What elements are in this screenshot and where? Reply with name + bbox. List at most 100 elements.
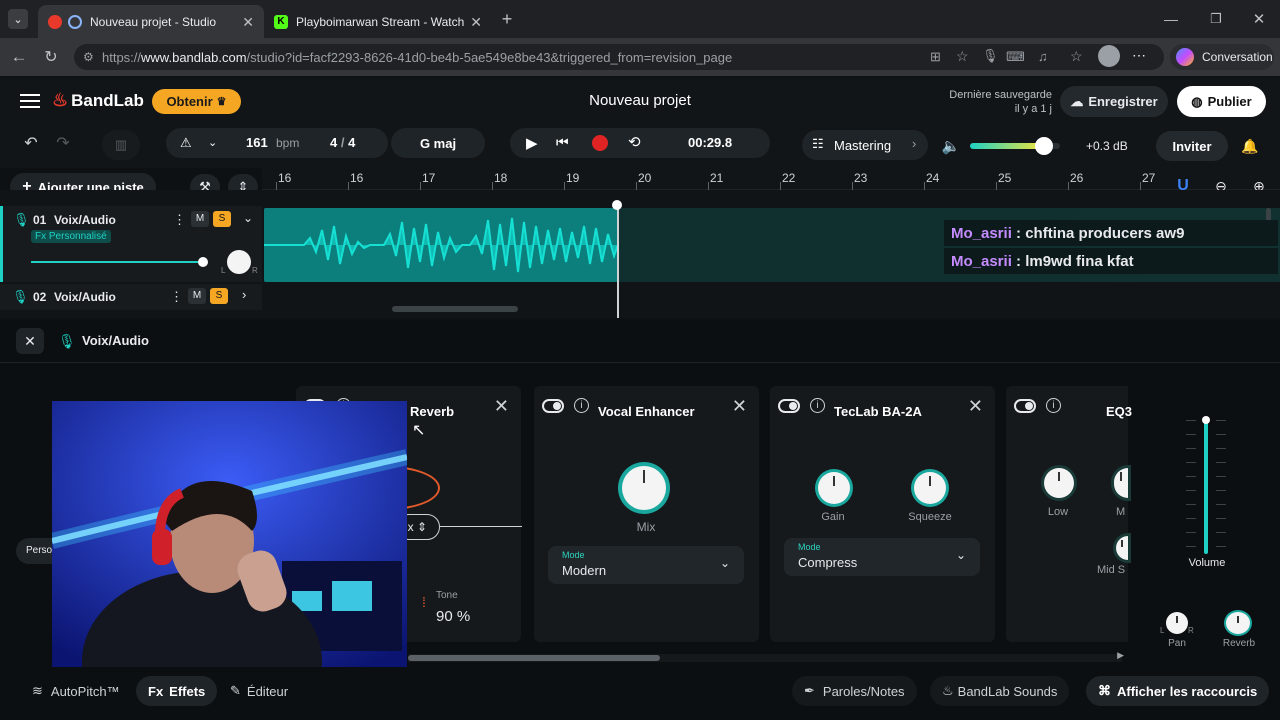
- squeeze-knob[interactable]: [914, 472, 946, 504]
- bandlab-logo[interactable]: ♨ BandLab: [52, 90, 144, 111]
- playhead[interactable]: [617, 204, 619, 318]
- tone-value[interactable]: 90 %: [436, 608, 470, 625]
- effects-tab[interactable]: Fx Effets: [136, 676, 218, 706]
- back-icon[interactable]: ←: [8, 46, 30, 68]
- track-header-1[interactable]: 🎙 01 Voix/Audio ⋮ M S ⌄ Fx Personnalisé …: [0, 206, 262, 282]
- new-tab-icon[interactable]: +: [496, 8, 518, 30]
- volume-fader-handle[interactable]: [1202, 416, 1210, 424]
- project-title[interactable]: Nouveau projet: [540, 92, 740, 109]
- remove-effect-icon[interactable]: ✕: [968, 396, 983, 417]
- mix-knob[interactable]: [622, 466, 666, 510]
- record-icon[interactable]: [592, 135, 608, 151]
- skip-back-icon[interactable]: ⏮: [556, 134, 569, 151]
- pan-knob[interactable]: [1166, 612, 1188, 634]
- close-panel-icon[interactable]: ✕: [16, 328, 44, 354]
- mastering-button[interactable]: ☷ Mastering ›: [802, 130, 928, 160]
- low-knob[interactable]: [1044, 468, 1074, 498]
- site-info-icon[interactable]: ⚙: [83, 50, 94, 64]
- tab-stream[interactable]: K Playboimarwan Stream - Watch Li ✕: [264, 5, 492, 38]
- fx-badge[interactable]: Fx Personnalisé: [31, 230, 111, 243]
- microphone-icon[interactable]: 🎙: [982, 48, 999, 64]
- volume-fader[interactable]: [1186, 416, 1226, 556]
- lyrics-button[interactable]: ✒ Paroles/Notes: [792, 676, 917, 706]
- favorite-star-icon[interactable]: ☆: [956, 48, 969, 65]
- metronome-dropdown-icon[interactable]: ⌄: [208, 136, 217, 149]
- publish-button[interactable]: ◍ Publier: [1177, 86, 1266, 117]
- shortcuts-button[interactable]: ⌘ Afficher les raccourcis: [1086, 676, 1270, 706]
- tab-studio[interactable]: Nouveau projet - Studio ✕: [38, 5, 264, 38]
- effect-toggle[interactable]: [542, 399, 564, 413]
- timeline-ruler[interactable]: 16 16 17 18 19 20 21 22 23 24 25 26 27: [262, 168, 1280, 190]
- bandlab-sounds-button[interactable]: ♨ BandLab Sounds: [930, 676, 1070, 706]
- effects-scroll-thumb[interactable]: [408, 655, 660, 661]
- hamburger-menu-icon[interactable]: [18, 90, 42, 112]
- metronome-icon[interactable]: ⚠: [180, 135, 192, 151]
- chevron-down-icon[interactable]: ⌄: [243, 211, 253, 225]
- reverb-send-knob[interactable]: [1226, 612, 1250, 634]
- collections-icon[interactable]: ☆: [1070, 48, 1083, 65]
- scroll-right-icon[interactable]: ▶: [1117, 650, 1124, 661]
- keyboard-icon[interactable]: ⌨: [1006, 49, 1025, 65]
- app-install-icon[interactable]: ⊞: [930, 49, 941, 65]
- maximize-icon[interactable]: ❐: [1205, 8, 1227, 30]
- mute-button[interactable]: M: [191, 211, 209, 227]
- track-menu-icon[interactable]: ⋮: [170, 289, 183, 305]
- mode-select[interactable]: Mode Modern ⌄: [548, 546, 744, 584]
- chevron-right-icon[interactable]: ›: [242, 287, 246, 302]
- reload-icon[interactable]: ↻: [40, 46, 62, 68]
- get-membership-button[interactable]: Obtenir ♛: [152, 89, 241, 114]
- remove-effect-icon[interactable]: ✕: [494, 396, 509, 417]
- ruler-tick: [492, 182, 493, 190]
- autopitch-button[interactable]: ≋ AutoPitch™: [20, 676, 132, 706]
- audio-clip[interactable]: [264, 208, 619, 282]
- url-field[interactable]: ⚙ https://www.bandlab.com/studio?id=facf…: [74, 44, 1164, 70]
- time-signature[interactable]: 4 / 4: [330, 135, 355, 150]
- minimize-icon[interactable]: —: [1160, 8, 1182, 30]
- mid-s-knob[interactable]: [1116, 536, 1128, 560]
- master-volume-track[interactable]: [970, 137, 1060, 155]
- copilot-button[interactable]: Conversation: [1170, 44, 1274, 70]
- editor-tab[interactable]: ✎ Éditeur: [218, 676, 300, 706]
- track-volume-knob[interactable]: [198, 257, 208, 267]
- close-tab-icon[interactable]: ✕: [470, 14, 482, 31]
- loop-icon[interactable]: ⟲: [628, 133, 641, 151]
- profile-avatar[interactable]: [1098, 45, 1120, 67]
- save-button[interactable]: ☁ Enregistrer: [1060, 86, 1168, 117]
- extensions-icon[interactable]: ♫: [1038, 49, 1048, 64]
- mid-knob[interactable]: [1114, 468, 1128, 498]
- track-pan-knob[interactable]: [227, 250, 251, 274]
- remove-effect-icon[interactable]: ✕: [732, 396, 747, 417]
- more-menu-icon[interactable]: ⋯: [1132, 47, 1146, 64]
- mode-select[interactable]: Mode Compress ⌄: [784, 538, 980, 576]
- track-volume-slider[interactable]: [31, 261, 203, 263]
- tab-list-icon[interactable]: ⌄: [8, 9, 28, 29]
- piano-keyboard-icon[interactable]: ▥: [102, 130, 140, 160]
- undo-icon[interactable]: ↶: [20, 134, 42, 152]
- tempo-value[interactable]: 161: [246, 135, 268, 150]
- effect-toggle[interactable]: [1014, 399, 1036, 413]
- mute-button[interactable]: M: [188, 288, 206, 304]
- track-name[interactable]: Voix/Audio: [54, 290, 116, 304]
- play-icon[interactable]: ▶: [526, 134, 538, 152]
- track-name[interactable]: Voix/Audio: [54, 213, 116, 227]
- solo-button[interactable]: S: [210, 288, 228, 304]
- info-icon[interactable]: i: [574, 398, 589, 413]
- redo-icon[interactable]: ↷: [52, 134, 74, 152]
- info-icon[interactable]: i: [1046, 398, 1061, 413]
- horizontal-scrollbar[interactable]: [392, 306, 518, 312]
- effects-scroll-track[interactable]: ▶: [408, 650, 1124, 662]
- solo-button[interactable]: S: [213, 211, 231, 227]
- info-icon[interactable]: i: [810, 398, 825, 413]
- notifications-bell-icon[interactable]: 🔔: [1240, 136, 1260, 156]
- effect-toggle[interactable]: [778, 399, 800, 413]
- close-tab-icon[interactable]: ✕: [242, 14, 254, 31]
- track-menu-icon[interactable]: ⋮: [173, 212, 186, 228]
- gain-knob[interactable]: [818, 472, 850, 504]
- invite-button[interactable]: Inviter: [1156, 131, 1228, 161]
- speaker-icon[interactable]: 🔈: [940, 136, 962, 156]
- master-volume-knob[interactable]: [1034, 137, 1053, 155]
- track-header-2[interactable]: 🎙 02 Voix/Audio ⋮ M S ›: [0, 284, 262, 310]
- key-selector[interactable]: G maj: [391, 128, 485, 158]
- playhead-handle[interactable]: [612, 200, 622, 210]
- window-close-icon[interactable]: ✕: [1248, 8, 1270, 30]
